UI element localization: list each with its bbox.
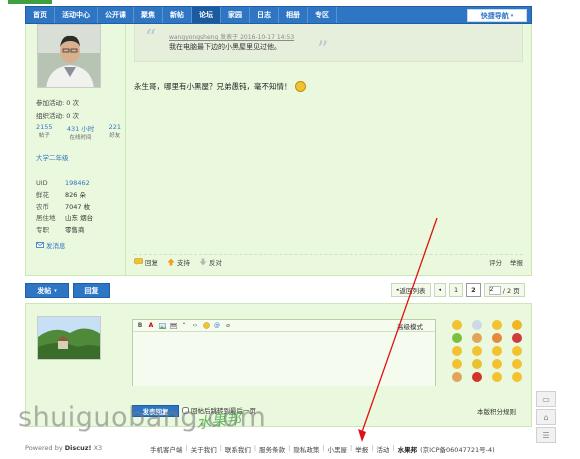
forum-page: { "nav": { "items": ["首页", "活动中心", "公开课"… (0, 0, 580, 459)
red-annotation-arrow (358, 217, 438, 442)
